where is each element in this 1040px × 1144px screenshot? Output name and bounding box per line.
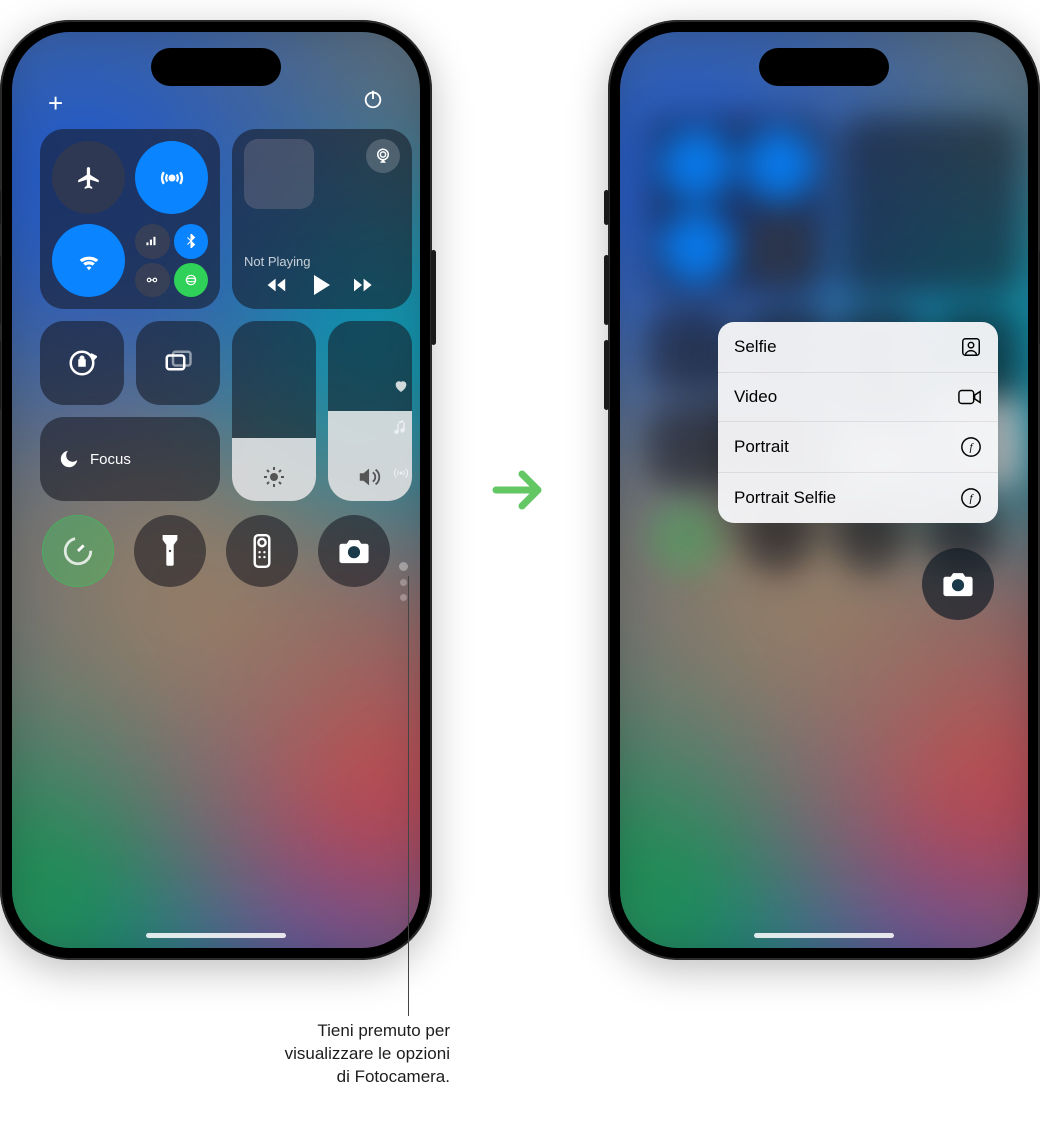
callout-text: Tieni premuto per visualizzare le opzion… [220,1020,450,1089]
f-circle-icon: f [960,487,982,509]
action-button [0,190,1,225]
person-square-icon [960,336,982,358]
moon-icon [58,448,80,470]
focus-button[interactable]: Focus [40,417,220,501]
iphone-left: + [0,20,432,960]
focus-label: Focus [90,451,131,468]
wifi-toggle[interactable] [52,224,125,297]
menu-item-label: Portrait Selfie [734,488,836,508]
connectivity-module[interactable] [40,129,220,309]
screen-mirroring-button[interactable] [136,321,220,405]
music-page-icon[interactable] [393,420,409,438]
camera-menu-selfie[interactable]: Selfie [718,322,998,373]
transition-arrow [492,466,548,514]
media-title: Not Playing [244,254,400,269]
camera-button[interactable] [318,515,390,587]
timer-button[interactable] [42,515,114,587]
camera-menu-portrait[interactable]: Portrait f [718,422,998,473]
menu-item-label: Video [734,387,777,407]
callout-leader-line [408,576,409,1016]
volume-down-button [0,340,1,410]
airdrop-toggle[interactable] [135,141,208,214]
home-indicator[interactable] [754,933,894,938]
menu-item-label: Portrait [734,437,789,457]
side-button [431,250,436,345]
video-icon [958,388,982,406]
power-button[interactable] [362,88,384,119]
page-indicator-glyphs [392,378,410,482]
dynamic-island [759,48,889,86]
media-back-button[interactable] [266,276,290,294]
flashlight-button[interactable] [134,515,206,587]
airplane-mode-toggle[interactable] [52,141,125,214]
svg-text:f: f [969,493,974,505]
menu-item-label: Selfie [734,337,777,357]
media-play-button[interactable] [313,275,331,295]
camera-button-focused[interactable] [922,548,994,620]
camera-menu-video[interactable]: Video [718,373,998,422]
apple-tv-remote-button[interactable] [226,515,298,587]
volume-up-button [0,255,1,325]
svg-text:f: f [969,442,974,454]
camera-menu-portrait-selfie[interactable]: Portrait Selfie f [718,473,998,523]
f-circle-icon: f [960,436,982,458]
media-playback-module[interactable]: Not Playing [232,129,412,309]
media-artwork [244,139,314,209]
connectivity-cluster[interactable] [135,224,208,297]
iphone-right: +o Selfie Video [608,20,1040,960]
camera-quick-actions-menu: Selfie Video Portrait f Portrait Selfie … [718,322,998,523]
brightness-slider[interactable] [232,321,316,501]
volume-icon [357,465,383,489]
media-forward-button[interactable] [354,276,378,294]
airplay-audio-button[interactable] [366,139,400,173]
hotspot-toggle[interactable] [135,263,170,298]
control-center-pager[interactable] [399,562,408,601]
cellular-toggle[interactable] [135,224,170,259]
connectivity-page-icon[interactable] [392,464,410,482]
home-indicator[interactable] [146,933,286,938]
orientation-lock-toggle[interactable] [40,321,124,405]
satellite-toggle[interactable] [174,263,209,298]
control-center: + [12,32,420,948]
dynamic-island [151,48,281,86]
add-control-button[interactable]: + [48,88,63,119]
shortcut-row [42,515,396,587]
bluetooth-toggle[interactable] [174,224,209,259]
brightness-icon [262,465,286,489]
favorites-page-icon[interactable] [393,378,409,394]
